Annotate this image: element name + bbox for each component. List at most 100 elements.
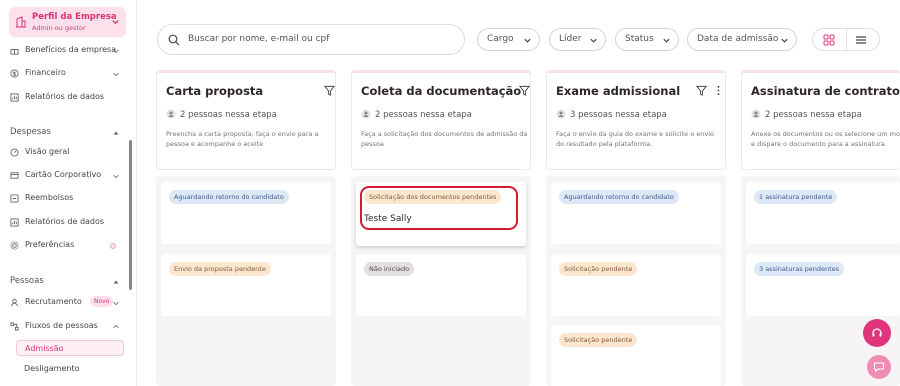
sidebar-item-label: Financeiro — [25, 68, 66, 77]
list-view-icon[interactable] — [855, 34, 867, 46]
status-badge: Solicitação pendente — [559, 262, 638, 276]
notification-dot — [110, 243, 116, 249]
status-badge: Não iniciado — [364, 262, 415, 276]
filter-label: Data de admissão — [697, 34, 779, 44]
lane-carta-proposta: Aguardando retorno do candidato Envio da… — [156, 176, 336, 386]
sidebar-item-preferencias[interactable]: Preferências — [10, 239, 122, 253]
profile-title: Perfil da Empresa — [32, 12, 117, 22]
person-icon — [361, 109, 371, 119]
sidebar-item-cartao[interactable]: Cartão Corporativo — [10, 169, 122, 183]
flow-icon — [10, 322, 19, 331]
sidebar-subitem-desligamento[interactable]: Desligamento — [16, 361, 124, 377]
search-icon — [168, 34, 180, 46]
sidebar-item-recrutamento[interactable]: Recrutamento Novo — [10, 296, 122, 310]
chat-button[interactable] — [867, 355, 891, 379]
sidebar-item-relatorios-despesas[interactable]: Relatórios de dados — [10, 216, 122, 230]
column-title: Assinatura de contrato — [751, 84, 900, 98]
chevron-down-icon — [113, 72, 119, 77]
sidebar-item-label: Relatórios de dados — [25, 92, 105, 101]
candidate-card[interactable]: 3 assinaturas pendentes — [746, 254, 900, 316]
sidebar-item-relatorios[interactable]: Relatórios de dados — [10, 91, 122, 105]
sidebar-item-label: Relatórios de dados — [25, 217, 105, 226]
view-toggle — [812, 28, 880, 51]
candidate-card[interactable]: Envio da proposta pendente — [161, 254, 331, 316]
kanban-view-icon[interactable] — [823, 34, 835, 46]
sidebar-section-despesas[interactable]: Despesas — [10, 127, 122, 137]
sidebar-item-financeiro[interactable]: Financeiro — [10, 67, 122, 81]
divider — [846, 29, 847, 50]
sidebar-section-pessoas[interactable]: Pessoas — [10, 276, 122, 286]
filter-icon[interactable] — [324, 85, 335, 96]
column-count: 2 pessoas nessa etapa — [166, 109, 277, 120]
sidebar-item-beneficios[interactable]: Benefícios da empresa — [10, 44, 122, 58]
column-header-coleta: Coleta da documentação 2 pessoas nessa e… — [351, 70, 531, 170]
refund-icon — [10, 194, 19, 203]
filter-data-admissao[interactable]: Data de admissão — [687, 28, 797, 51]
filter-icon[interactable] — [519, 85, 530, 96]
annotation-highlight — [360, 186, 518, 230]
status-badge: 1 assinatura pendente — [754, 190, 838, 204]
candidate-card[interactable]: Aguardando retorno do candidato — [551, 182, 721, 244]
person-icon — [166, 109, 176, 119]
column-title: Carta proposta — [166, 84, 264, 98]
people-icon — [10, 298, 19, 307]
gift-icon — [10, 49, 19, 55]
person-icon — [556, 109, 566, 119]
candidate-card[interactable]: Solicitação pendente — [551, 325, 721, 386]
status-badge: Aguardando retorno do candidato — [559, 190, 679, 204]
sidebar: Perfil da Empresa Admin ou gestor Benefí… — [0, 0, 137, 386]
report-icon — [10, 93, 19, 102]
company-profile-switcher[interactable]: Perfil da Empresa Admin ou gestor — [9, 7, 126, 37]
sidebar-subitem-label: Desligamento — [24, 364, 80, 373]
column-count-text: 3 pessoas nessa etapa — [570, 110, 667, 120]
candidate-card[interactable]: Não iniciado — [356, 254, 526, 316]
report-icon — [10, 218, 19, 227]
filter-status[interactable]: Status — [615, 28, 679, 51]
search-input[interactable]: Buscar por nome, e-mail ou cpf — [157, 24, 465, 55]
column-title: Exame admissional — [556, 84, 681, 98]
sidebar-item-label: Reembolsos — [25, 193, 74, 202]
sidebar-scrollbar[interactable] — [129, 140, 132, 290]
card-icon — [10, 172, 19, 179]
column-count-text: 2 pessoas nessa etapa — [375, 110, 472, 120]
filter-cargo[interactable]: Cargo — [477, 28, 540, 51]
headset-icon — [872, 328, 882, 337]
candidate-card[interactable]: 1 assinatura pendente — [746, 182, 900, 244]
column-description: Faça a solicitação dos documentos de adm… — [361, 130, 528, 148]
overview-icon — [10, 148, 19, 157]
chevron-up-icon — [113, 280, 119, 284]
filter-icon[interactable] — [696, 85, 707, 96]
candidate-card[interactable]: Aguardando retorno do candidato — [161, 182, 331, 244]
sidebar-item-label: Benefícios da empresa — [25, 45, 117, 54]
chevron-down-icon — [781, 38, 788, 43]
status-badge: Solicitação pendente — [559, 333, 638, 347]
sidebar-item-reembolsos[interactable]: Reembolsos — [10, 192, 122, 206]
chevron-down-icon — [112, 20, 119, 25]
support-button[interactable] — [863, 319, 891, 347]
more-vertical-icon[interactable] — [713, 85, 724, 96]
sidebar-item-label: Recrutamento — [25, 297, 82, 306]
chat-icon — [873, 362, 885, 373]
candidate-card[interactable]: Solicitação pendente — [551, 254, 721, 316]
building-icon — [16, 16, 26, 28]
chevron-down-icon — [590, 38, 597, 43]
chevron-down-icon — [113, 174, 119, 179]
column-header-carta-proposta: Carta proposta 2 pessoas nessa etapa Pre… — [156, 70, 336, 170]
sidebar-item-fluxos[interactable]: Fluxos de pessoas — [10, 320, 122, 334]
chevron-up-icon — [113, 324, 119, 329]
column-count: 2 pessoas nessa etapa — [751, 109, 862, 120]
sidebar-subitem-label: Admissão — [25, 344, 64, 353]
section-label: Pessoas — [10, 276, 44, 286]
filter-lider[interactable]: Líder — [549, 28, 606, 51]
lane-exame: Aguardando retorno do candidato Solicita… — [546, 176, 726, 386]
dollar-icon — [10, 69, 19, 78]
sidebar-subitem-admissao[interactable]: Admissão — [16, 340, 124, 356]
chevron-down-icon — [113, 49, 119, 54]
settings-icon — [10, 241, 19, 250]
column-count-text: 2 pessoas nessa etapa — [180, 110, 277, 120]
column-title: Coleta da documentação — [361, 84, 522, 98]
sidebar-item-label: Preferências — [25, 240, 75, 249]
sidebar-item-visao-geral[interactable]: Visão geral — [10, 146, 122, 160]
column-description: Faça o envio da guia do exame e solicite… — [556, 130, 714, 148]
column-count: 3 pessoas nessa etapa — [556, 109, 667, 120]
